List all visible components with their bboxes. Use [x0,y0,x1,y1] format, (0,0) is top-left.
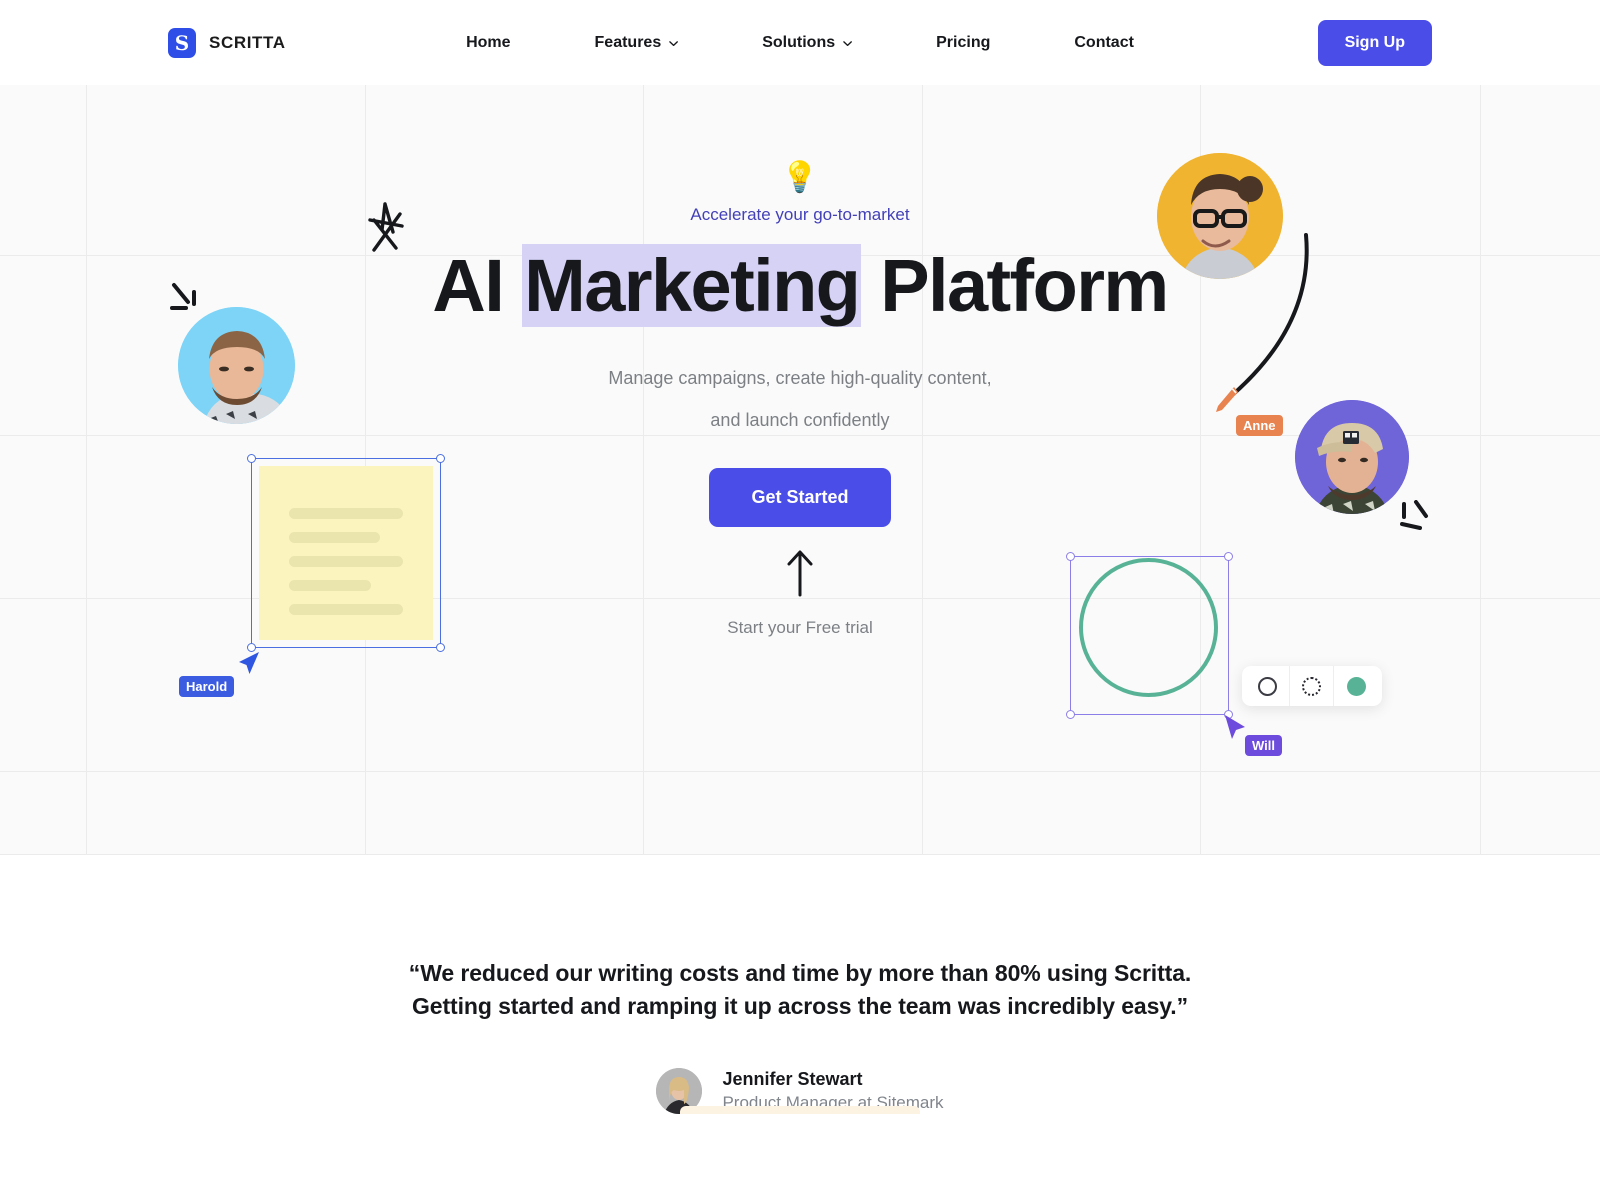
nav-item-pricing[interactable]: Pricing [894,34,1032,52]
filled-circle-option[interactable] [1334,666,1378,706]
brand-name: SCRITTA [209,32,286,52]
nav-links: Home Features Solutions Pricing Contact [424,34,1176,52]
up-arrow-icon [785,549,815,602]
headline-post: Platform [861,244,1169,327]
nav-item-label: Pricing [936,33,991,51]
scritta-logo-icon: S [168,27,196,58]
dashed-circle-option[interactable] [1290,666,1334,706]
shape-style-toolbar [1242,666,1382,706]
outline-circle-option[interactable] [1246,666,1290,706]
nav-item-features[interactable]: Features [553,34,721,52]
outline-circle-icon [1258,676,1277,696]
bottom-section-edge [680,1105,920,1114]
resize-handle-bottom-right[interactable] [436,643,445,652]
subheading-line-1: Manage campaigns, create high-quality co… [608,367,992,388]
collaborator-label-will: Will [1245,735,1282,756]
filled-circle-icon [1346,676,1366,696]
sign-up-button[interactable]: Sign Up [1317,19,1432,66]
hero-content: 💡 Accelerate your go-to-market AI Market… [0,85,1600,638]
nav-item-label: Solutions [762,33,836,51]
free-trial-label: Start your Free trial [727,618,873,638]
chevron-down-icon [842,38,852,48]
quote-line-2: and ramping it up across the team was in… [580,993,1188,1020]
nav-item-contact[interactable]: Contact [1032,34,1176,52]
subheading-line-2: and launch confidently [710,409,890,430]
chevron-down-icon [668,38,679,48]
headline-highlight: Marketing [522,244,862,327]
nav-item-label: Contact [1074,33,1134,51]
collaborator-label-harold: Harold [179,676,235,697]
hero-eyebrow: Accelerate your go-to-market [690,205,910,224]
testimonial-section: “We reduced our writing costs and time b… [0,855,1600,1114]
nav-item-solutions[interactable]: Solutions [720,34,894,52]
nav-item-label: Features [594,33,662,51]
collaborator-cursor-harold [237,650,263,683]
get-started-button[interactable]: Get Started [709,468,891,528]
top-navbar: S SCRITTA Home Features Solutions Pricin… [0,0,1600,85]
nav-item-label: Home [466,33,511,51]
resize-handle-bottom-left[interactable] [1066,710,1075,719]
landing-page: S SCRITTA Home Features Solutions Pricin… [0,0,1600,1200]
dashed-circle-icon [1302,676,1321,696]
lightbulb-icon: 💡 [781,161,819,194]
page-title: AI Marketing Platform [432,244,1169,327]
nav-item-home[interactable]: Home [424,34,552,52]
hero-section: Anne Harold Will 💡 Accelerate your go-to… [0,85,1600,855]
testimonial-quote: “We reduced our writing costs and time b… [385,957,1215,1024]
hero-subheading: Manage campaigns, create high-quality co… [608,357,991,442]
brand-logo[interactable]: S SCRITTA [168,27,286,58]
headline-pre: AI [432,244,523,327]
author-name: Jennifer Stewart [722,1068,863,1089]
